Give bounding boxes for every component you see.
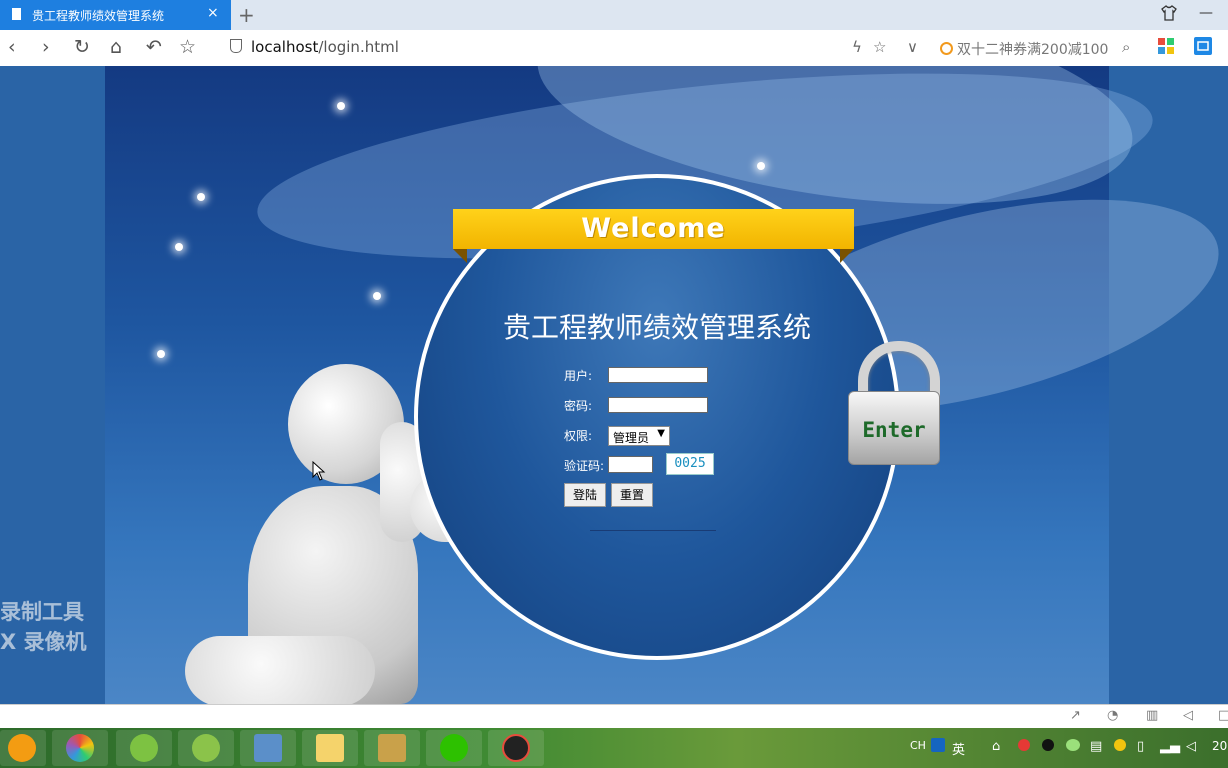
browser-tab-bar: 贵工程教师绩效管理系统 × + —: [0, 0, 1228, 30]
ime-language[interactable]: CH: [910, 739, 926, 752]
windows-taskbar: CH 英 ⌂ ▤ ▯ ▂▄ ◁ 20: [0, 728, 1228, 768]
tools-app-icon[interactable]: [364, 730, 420, 766]
recorder-watermark-line2: X 录像机: [0, 630, 87, 654]
role-select[interactable]: 管理员 ▼: [608, 426, 670, 446]
enter-padlock-button[interactable]: Enter: [848, 391, 940, 465]
window-icon[interactable]: □: [1218, 708, 1228, 723]
security-shield-icon: [230, 39, 242, 53]
shirt-skin-icon[interactable]: [1161, 5, 1177, 25]
document-icon: [12, 8, 21, 20]
books-app-icon[interactable]: [240, 730, 296, 766]
leaf-app-icon[interactable]: [178, 730, 234, 766]
captcha-label: 验证码:: [564, 459, 605, 473]
recorder-watermark-line1: 录制工具: [0, 600, 84, 624]
star: [175, 243, 183, 251]
trash-icon[interactable]: ▥: [1146, 708, 1158, 723]
welcome-text: Welcome: [581, 213, 726, 244]
favorite-star-icon[interactable]: ☆: [179, 36, 196, 58]
username-input[interactable]: [608, 367, 708, 383]
ime-mode[interactable]: 英: [952, 739, 965, 758]
mouse-cursor-icon: [312, 460, 326, 485]
refresh-icon[interactable]: ↻: [74, 36, 90, 58]
search-icon[interactable]: ⌕: [1122, 38, 1130, 56]
banner-fold: [840, 249, 854, 263]
role-select-value: 管理员: [613, 431, 650, 445]
search-engine-icon: [940, 42, 953, 55]
tray-device-icon[interactable]: ▯: [1137, 739, 1144, 754]
new-tab-button[interactable]: +: [238, 3, 255, 27]
color-app-icon[interactable]: [52, 730, 108, 766]
tray-volume-icon[interactable]: ◁: [1186, 739, 1196, 754]
password-input[interactable]: [608, 397, 708, 413]
forward-icon[interactable]: ›: [42, 36, 50, 58]
lightning-icon[interactable]: ϟ: [852, 38, 862, 56]
figure-legs: [185, 636, 375, 704]
password-label: 密码:: [564, 399, 593, 413]
speed-icon[interactable]: ◔: [1107, 708, 1118, 723]
user-label: 用户:: [564, 369, 593, 383]
bookmark-star-icon[interactable]: ☆: [873, 38, 886, 56]
browser-status-bar: ↗ ◔ ▥ ◁ □: [0, 704, 1228, 729]
browser-app-icon[interactable]: [116, 730, 172, 766]
url-host: localhost: [251, 38, 319, 56]
captcha-input[interactable]: [608, 456, 653, 473]
system-title: 贵工程教师绩效管理系统: [502, 311, 811, 344]
wechat-app-icon[interactable]: [426, 730, 482, 766]
search-suggestion-text: 双十二神券满200减100: [957, 42, 1109, 58]
star: [157, 350, 165, 358]
folder-app-icon[interactable]: [302, 730, 358, 766]
back-icon[interactable]: ‹: [8, 36, 16, 58]
home-icon[interactable]: ⌂: [110, 36, 122, 58]
star: [197, 193, 205, 201]
reset-button[interactable]: 重置: [611, 483, 653, 507]
minimize-button[interactable]: —: [1199, 5, 1213, 21]
select-arrow-icon: ▼: [657, 428, 665, 439]
ime-q-icon[interactable]: [931, 738, 945, 752]
ninja-app-icon[interactable]: [488, 730, 544, 766]
enter-label: Enter: [862, 418, 926, 442]
captcha-code[interactable]: 0025: [666, 453, 714, 475]
tab-close-button[interactable]: ×: [207, 5, 219, 21]
rocket-icon[interactable]: ↗: [1070, 708, 1081, 723]
active-tab[interactable]: 贵工程教师绩效管理系统 ×: [0, 0, 231, 30]
tray-wechat-icon[interactable]: [1066, 739, 1080, 751]
tray-qq-icon[interactable]: [1042, 739, 1054, 751]
undo-icon[interactable]: ↶: [146, 36, 162, 58]
tray-network-icon[interactable]: ⌂: [992, 739, 1000, 754]
url-path: /login.html: [318, 38, 399, 56]
tray-antivirus-icon[interactable]: [1018, 739, 1030, 751]
star: [373, 292, 381, 300]
tray-clock[interactable]: 20: [1212, 739, 1227, 753]
tray-signal-icon[interactable]: ▂▄: [1160, 739, 1180, 754]
star: [337, 102, 345, 110]
star: [757, 162, 765, 170]
divider: [590, 530, 716, 531]
tray-plus-icon[interactable]: [1114, 739, 1126, 751]
tab-title: 贵工程教师绩效管理系统: [32, 9, 165, 23]
address-bar: ‹ › ↻ ⌂ ↶ ☆ localhost/login.html ϟ ☆ ∨ 双…: [0, 30, 1228, 67]
welcome-banner: Welcome: [453, 209, 854, 249]
shopping-icon[interactable]: [1194, 37, 1212, 59]
dropdown-chevron-icon[interactable]: ∨: [907, 38, 918, 56]
search-suggestion[interactable]: 双十二神券满200减100: [940, 39, 1108, 59]
login-page: Welcome 贵工程教师绩效管理系统 用户: 密码: 权限: 管理员 ▼ 验证…: [0, 66, 1228, 704]
start-app-icon[interactable]: [0, 730, 46, 766]
url-field[interactable]: localhost/login.html: [230, 38, 399, 56]
role-label: 权限:: [564, 429, 593, 443]
tray-monitor-icon[interactable]: ▤: [1090, 739, 1102, 754]
banner-fold: [453, 249, 467, 263]
login-button[interactable]: 登陆: [564, 483, 606, 507]
apps-grid-icon[interactable]: [1158, 38, 1174, 58]
volume-icon[interactable]: ◁: [1183, 708, 1193, 723]
